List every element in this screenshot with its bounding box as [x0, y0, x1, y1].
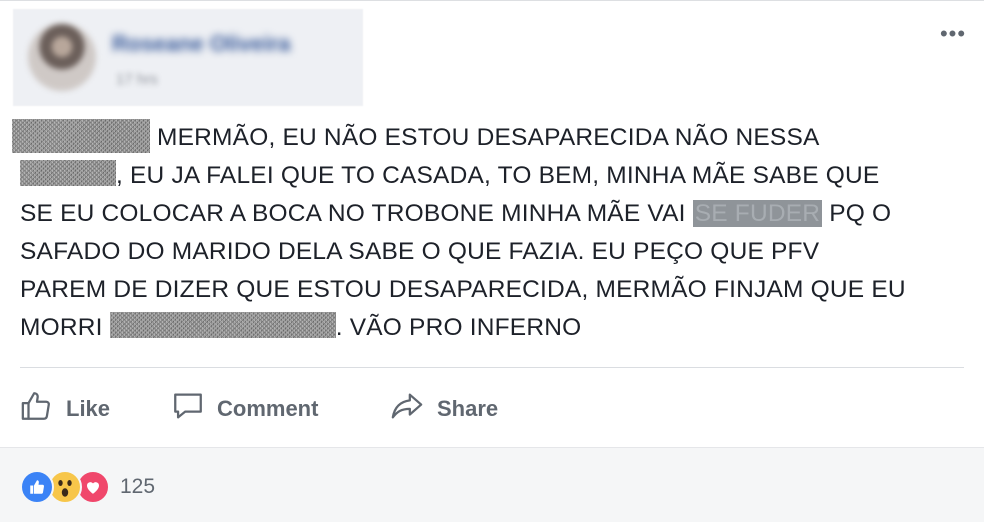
redacted-block — [12, 119, 150, 153]
share-button[interactable]: Share — [389, 389, 498, 429]
post-text: MERMÃO, EU NÃO ESTOU DESAPARECIDA NÃO NE… — [12, 119, 965, 347]
post-card: Roseane Oliveira 17 hrs ••• MERMÃO, EU N… — [0, 0, 984, 522]
censored-word: SE FUDER — [692, 200, 823, 227]
reaction-count[interactable]: 125 — [120, 475, 155, 499]
post-text-line: PAREM DE DIZER QUE ESTOU DESAPARECIDA, M… — [20, 276, 906, 303]
comment-button[interactable]: Comment — [171, 389, 318, 429]
redacted-block — [109, 312, 336, 338]
comment-label: Comment — [217, 396, 319, 421]
share-label: Share — [437, 396, 499, 421]
post-text-line: , EU JA FALEI QUE TO CASADA, TO BEM, MIN… — [116, 162, 880, 189]
like-label: Like — [66, 396, 111, 421]
post-text-line: MORRI — [20, 314, 103, 341]
redacted-block — [20, 160, 116, 186]
like-reaction-icon — [20, 470, 54, 504]
reactions-footer: 125 — [0, 447, 984, 522]
thumbs-up-icon — [20, 389, 66, 429]
post-text-line: SE EU COLOCAR A BOCA NO TROBONE MINHA MÃ… — [20, 200, 686, 227]
comment-icon — [171, 389, 217, 429]
avatar[interactable] — [28, 23, 96, 91]
post-text-line: MERMÃO, EU NÃO ESTOU DESAPARECIDA NÃO NE… — [157, 124, 820, 151]
author-name[interactable]: Roseane Oliveira — [112, 31, 291, 57]
like-button[interactable]: Like — [20, 389, 110, 429]
post-text-line: SAFADO DO MARIDO DELA SABE O QUE FAZIA. … — [20, 238, 820, 265]
reactions-summary[interactable]: 125 — [20, 470, 155, 504]
post-text-line: . VÃO PRO INFERNO — [335, 314, 582, 341]
post-text-line: PQ O — [829, 200, 892, 227]
share-arrow-icon — [389, 389, 437, 429]
more-options-button[interactable]: ••• — [938, 23, 968, 51]
divider — [20, 367, 964, 368]
post-timestamp[interactable]: 17 hrs — [116, 71, 158, 88]
